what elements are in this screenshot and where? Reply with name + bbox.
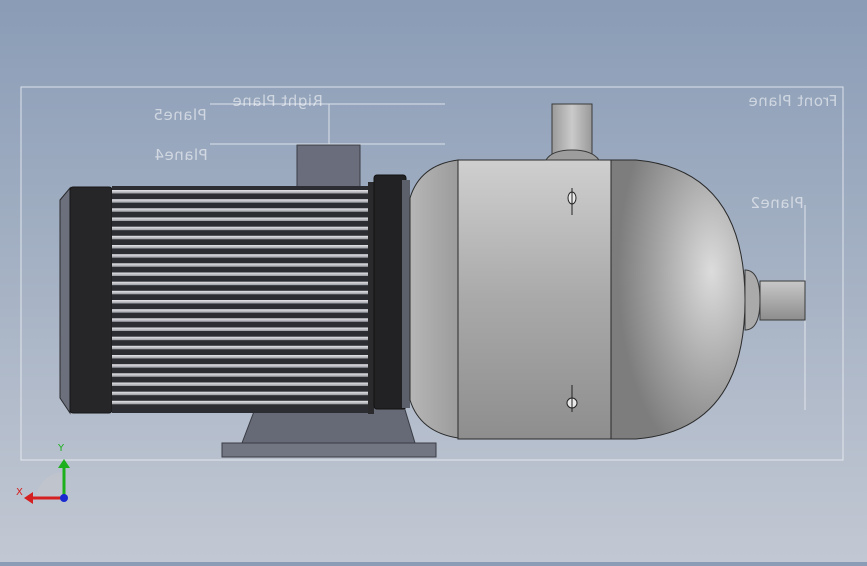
inlet-nozzle-icon[interactable] xyxy=(744,269,806,331)
cooling-fin xyxy=(112,355,368,359)
plane5-label[interactable]: Plane5 xyxy=(153,106,207,124)
cooling-fin xyxy=(112,382,368,386)
front-plane-label[interactable]: Front Plane xyxy=(748,92,837,110)
plane2-label[interactable]: Plane2 xyxy=(750,194,804,212)
cooling-fin xyxy=(112,309,368,313)
cooling-fin xyxy=(112,235,368,240)
cooling-fin xyxy=(112,373,368,377)
cooling-fin xyxy=(112,400,368,405)
pump-casing-icon[interactable] xyxy=(409,159,746,440)
cooling-fin xyxy=(112,190,368,194)
cooling-fin xyxy=(112,364,368,368)
cooling-fin xyxy=(112,199,368,203)
cooling-fin xyxy=(112,327,368,331)
cooling-fin xyxy=(112,300,368,304)
cooling-fin xyxy=(112,318,368,322)
graphics-area[interactable]: Front Plane Right Plane Plane5 Plane4 Pl… xyxy=(0,0,867,562)
cooling-fin xyxy=(112,226,368,231)
outlet-nozzle-icon[interactable] xyxy=(545,103,600,161)
cooling-fin xyxy=(112,254,368,258)
cooling-fin xyxy=(112,208,368,212)
triad-x-label: X xyxy=(16,487,23,498)
cooling-fin xyxy=(112,345,368,350)
coordinate-triad[interactable] xyxy=(24,459,70,504)
cooling-fin xyxy=(112,336,368,341)
cooling-fin xyxy=(112,263,368,267)
triad-y-label: Y xyxy=(58,443,65,454)
cooling-fin xyxy=(112,281,368,286)
cooling-fin xyxy=(112,245,368,249)
cooling-fin xyxy=(112,290,368,295)
cooling-fin xyxy=(112,217,368,221)
electric-motor-icon[interactable] xyxy=(59,174,410,415)
cooling-fin xyxy=(112,391,368,396)
plane4-label[interactable]: Plane4 xyxy=(154,146,208,164)
cooling-fin xyxy=(112,272,368,276)
terminal-box-icon[interactable] xyxy=(296,144,361,190)
model-canvas[interactable] xyxy=(0,0,867,562)
right-plane-label[interactable]: Right Plane xyxy=(232,92,323,110)
z-axis-dot xyxy=(60,494,68,502)
